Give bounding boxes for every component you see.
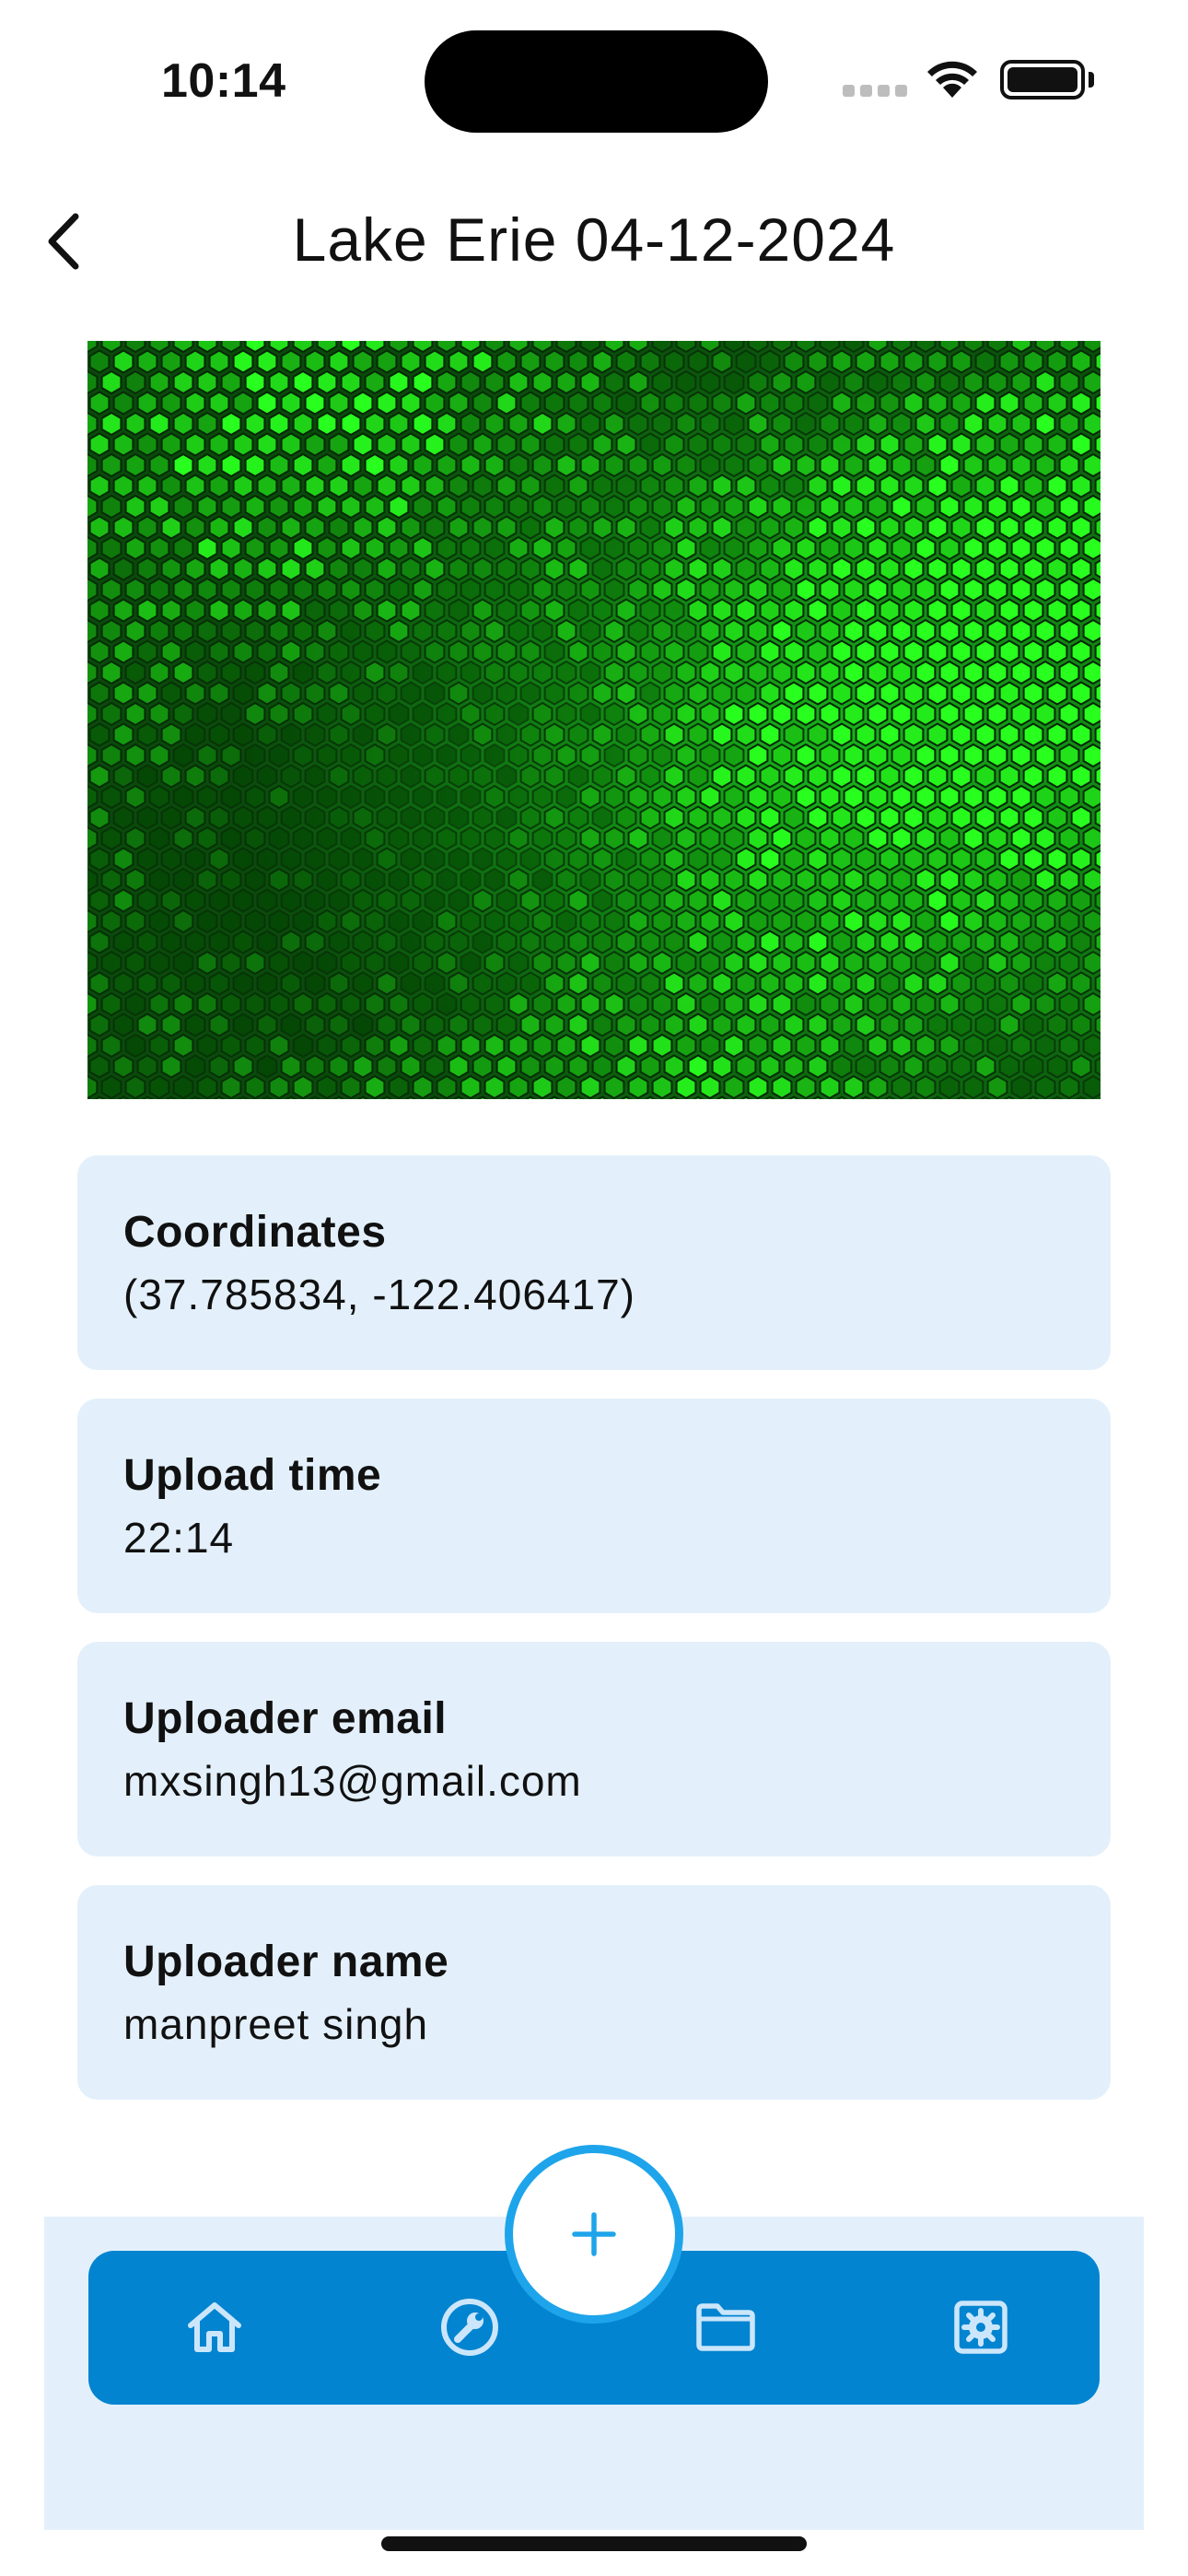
add-button[interactable]	[505, 2145, 683, 2324]
card-label: Upload time	[123, 1451, 382, 1500]
card-value: manpreet singh	[123, 2000, 429, 2048]
settings-icon	[954, 2301, 1007, 2354]
card-label: Coordinates	[123, 1208, 387, 1257]
card-label: Uploader email	[123, 1694, 448, 1743]
tab-settings[interactable]	[944, 2290, 1018, 2364]
tab-home[interactable]	[178, 2290, 251, 2364]
wrench-icon	[441, 2299, 498, 2356]
tab-tools[interactable]	[433, 2290, 507, 2364]
home-indicator	[381, 2536, 807, 2551]
card-value: (37.785834, -122.406417)	[123, 1270, 635, 1318]
cellular-signal-icon	[843, 85, 907, 97]
dynamic-island	[425, 30, 768, 133]
uploader-email-card: Uploader email mxsingh13@gmail.com	[77, 1642, 1111, 1856]
tab-files[interactable]	[689, 2290, 763, 2364]
uploader-name-card: Uploader name manpreet singh	[77, 1885, 1111, 2100]
battery-icon	[1000, 60, 1085, 100]
coordinates-card: Coordinates (37.785834, -122.406417)	[77, 1155, 1111, 1370]
plus-icon	[572, 2212, 616, 2256]
home-icon	[188, 2302, 241, 2352]
upload-time-card: Upload time 22:14	[77, 1399, 1111, 1613]
wifi-icon	[927, 61, 977, 98]
page-title: Lake Erie 04-12-2024	[292, 205, 896, 274]
sample-photo	[87, 341, 1101, 1099]
status-time: 10:14	[161, 54, 286, 108]
folder-icon	[696, 2303, 755, 2351]
card-value: 22:14	[123, 1514, 235, 1562]
card-label: Uploader name	[123, 1938, 449, 1986]
card-value: mxsingh13@gmail.com	[123, 1757, 582, 1805]
